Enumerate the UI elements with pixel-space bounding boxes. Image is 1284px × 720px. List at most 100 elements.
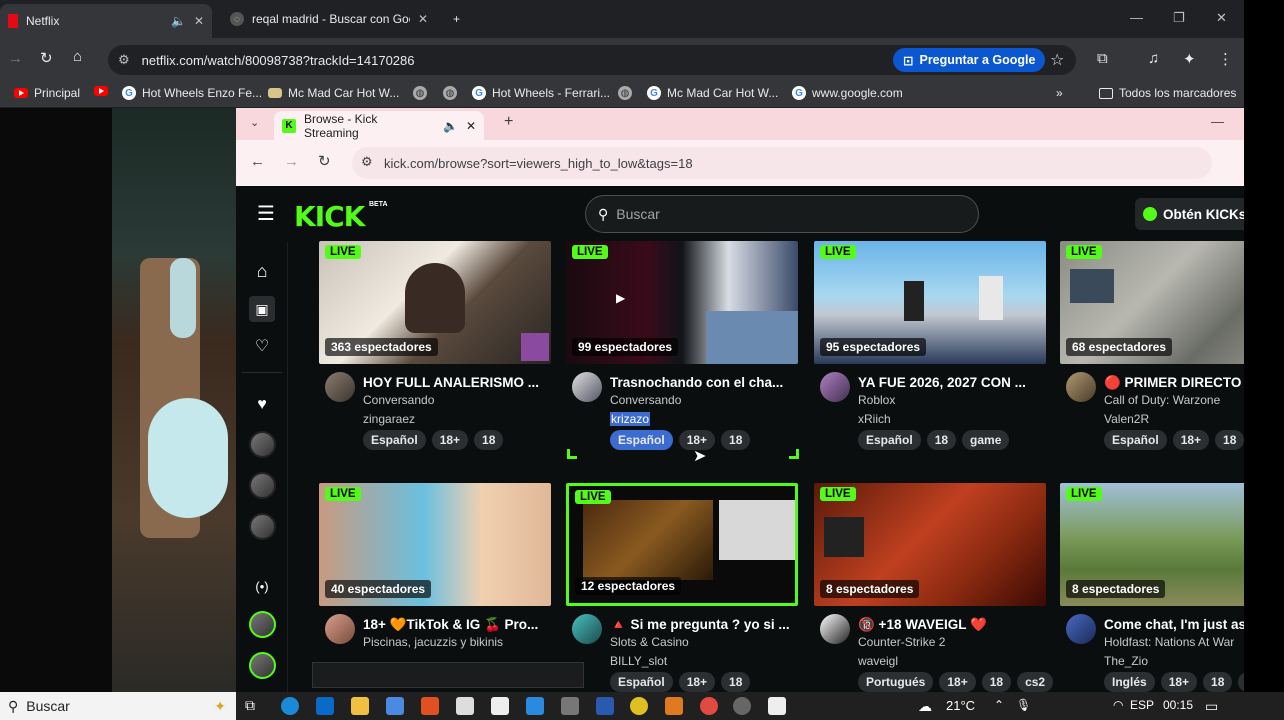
hamburger-menu-icon[interactable]: ☰	[257, 201, 275, 226]
edge-icon[interactable]	[281, 697, 299, 715]
restore-icon[interactable]: ❐	[1173, 10, 1185, 26]
tab-google-search[interactable]: ◌ reqal madrid - Buscar con Goo ✕	[222, 6, 436, 32]
tag[interactable]: 18+	[1172, 430, 1210, 450]
stream-thumbnail[interactable]: LIVE 363 espectadores	[319, 241, 551, 364]
star-icon[interactable]: ☆	[1050, 50, 1064, 70]
file-explorer-icon[interactable]	[351, 697, 369, 715]
avatar[interactable]	[1066, 372, 1096, 402]
avatar[interactable]	[249, 472, 276, 499]
stream-title[interactable]: 🔞 +18 WAVEIGL ❤️	[858, 617, 1046, 633]
tag[interactable]: cs2	[1017, 672, 1054, 692]
reload-icon[interactable]: ↻	[40, 49, 53, 67]
chrome-icon[interactable]	[630, 697, 648, 715]
avatar[interactable]	[1066, 614, 1096, 644]
tag[interactable]: 18+	[431, 430, 469, 450]
tag[interactable]: Portugués	[858, 672, 934, 692]
stream-category[interactable]: Roblox	[858, 393, 895, 407]
home-icon[interactable]: ⌂	[249, 258, 275, 284]
following-heart-icon[interactable]: ♡	[249, 333, 275, 359]
tag[interactable]: 18	[721, 430, 751, 450]
stream-category[interactable]: Conversando	[610, 393, 681, 407]
stream-title[interactable]: HOY FULL ANALERISMO ...	[363, 375, 551, 390]
back-icon[interactable]: ←	[250, 153, 265, 170]
avatar[interactable]	[249, 611, 276, 638]
bookmark-youtube[interactable]	[94, 86, 108, 96]
stream-thumbnail[interactable]: LIVE 8 espectadores	[814, 483, 1046, 606]
tag[interactable]: 18+	[678, 672, 716, 692]
bookmark-mc-mad-car-2[interactable]: G Mc Mad Car Hot W...	[647, 86, 778, 100]
tag[interactable]: 18	[474, 430, 504, 450]
close-window-icon[interactable]: ✕	[1216, 10, 1227, 26]
stream-thumbnail[interactable]: LIVE 12 espectadores	[566, 483, 798, 606]
avatar[interactable]	[325, 614, 355, 644]
speaker-icon[interactable]: 🔈	[171, 14, 186, 28]
stream-thumbnail[interactable]: ▶ LIVE 99 espectadores	[566, 241, 798, 364]
avatar[interactable]	[325, 372, 355, 402]
minimize-icon[interactable]: —	[1211, 114, 1224, 129]
stream-username[interactable]: BILLY_slot	[610, 654, 667, 668]
temperature[interactable]: 21°C	[946, 698, 975, 713]
bookmark-globe-3[interactable]: ◍	[618, 86, 632, 100]
search-input[interactable]: ⚲ Buscar	[585, 195, 979, 233]
close-tab-icon[interactable]: ✕	[466, 119, 476, 133]
extension-puzzle-icon[interactable]: ✦	[1183, 50, 1196, 68]
tag[interactable]: 18+	[939, 672, 976, 692]
avatar[interactable]	[820, 614, 850, 644]
bookmark-hotwheels-ferrari[interactable]: G Hot Wheels - Ferrari...	[472, 86, 610, 100]
chevron-up-icon[interactable]: ⌃	[994, 698, 1004, 712]
stream-title[interactable]: YA FUE 2026, 2027 CON ...	[858, 375, 1046, 390]
tag[interactable]: 18	[1215, 430, 1244, 450]
stream-username[interactable]: Valen2R	[1104, 412, 1149, 426]
extensions-icon[interactable]: ⧉	[1097, 50, 1108, 67]
tag[interactable]: Español	[610, 430, 673, 450]
stream-thumbnail[interactable]: LIVE 40 espectadores	[319, 483, 551, 606]
reload-icon[interactable]: ↻	[318, 152, 331, 170]
notepad-icon[interactable]	[491, 697, 509, 715]
tab-search-icon[interactable]: ⌄	[250, 116, 259, 129]
tag[interactable]: 18	[981, 672, 1012, 692]
stream-category[interactable]: Call of Duty: Warzone	[1104, 393, 1220, 407]
stream-username[interactable]: xRiich	[858, 412, 891, 426]
weather-icon[interactable]: ☁	[918, 698, 932, 715]
bookmark-principal[interactable]: Principal	[14, 86, 80, 100]
tag[interactable]: Español	[1104, 430, 1167, 450]
all-bookmarks[interactable]: Todos los marcadores	[1099, 86, 1236, 100]
menu-icon[interactable]: ⋮	[1218, 50, 1233, 68]
stream-username[interactable]: waveigl	[858, 654, 898, 668]
close-tab-icon[interactable]: ✕	[194, 14, 204, 28]
notifications-icon[interactable]: ▭	[1205, 698, 1218, 715]
stream-title[interactable]: Trasnochando con el cha...	[610, 375, 798, 390]
stream-category[interactable]: Slots & Casino	[610, 635, 689, 649]
inner-address-bar[interactable]: ⚙ kick.com/browse?sort=viewers_high_to_l…	[352, 147, 1212, 179]
microphone-icon[interactable]: 🎙	[1016, 698, 1031, 712]
site-info-icon[interactable]: ⚙	[118, 52, 130, 68]
tag[interactable]: Español	[610, 672, 673, 692]
wifi-icon[interactable]: ◠	[1113, 698, 1123, 712]
get-kicks-button[interactable]: Obtén KICKs	[1135, 198, 1244, 230]
forward-icon[interactable]: →	[8, 50, 23, 67]
bookmark-google[interactable]: Gwww.google.com	[792, 86, 903, 100]
stream-category[interactable]: Piscinas, jacuzzis y bikinis	[363, 635, 503, 649]
forward-icon[interactable]: →	[284, 153, 299, 170]
avatar[interactable]	[820, 372, 850, 402]
store-icon[interactable]	[456, 697, 474, 715]
tag[interactable]: 18+	[1160, 672, 1198, 692]
stream-username[interactable]: The_Zio	[1104, 654, 1148, 668]
stream-title[interactable]: 18+ 🧡TikTok & IG 🍒 Pro...	[363, 617, 551, 633]
media-icon[interactable]: ♫	[1148, 50, 1159, 67]
close-tab-icon[interactable]: ✕	[418, 12, 428, 26]
browse-icon[interactable]: ▣	[249, 296, 275, 322]
stream-username[interactable]: zingaraez	[363, 412, 415, 426]
bookmark-globe-2[interactable]: ◍	[443, 86, 457, 100]
tag[interactable]: 18	[1203, 672, 1233, 692]
app-icon[interactable]	[561, 697, 579, 715]
word-icon[interactable]	[596, 697, 614, 715]
stream-category[interactable]: Conversando	[363, 393, 434, 407]
new-tab-button[interactable]: +	[445, 6, 468, 32]
avatar[interactable]	[249, 513, 276, 540]
speaker-icon[interactable]: 🔈	[443, 119, 458, 133]
language-indicator[interactable]: ESP	[1130, 698, 1154, 712]
home-icon[interactable]: ⌂	[73, 48, 82, 65]
tag[interactable]: Inglés	[1104, 672, 1155, 692]
stream-thumbnail[interactable]: LIVE 95 espectadores	[814, 241, 1046, 364]
